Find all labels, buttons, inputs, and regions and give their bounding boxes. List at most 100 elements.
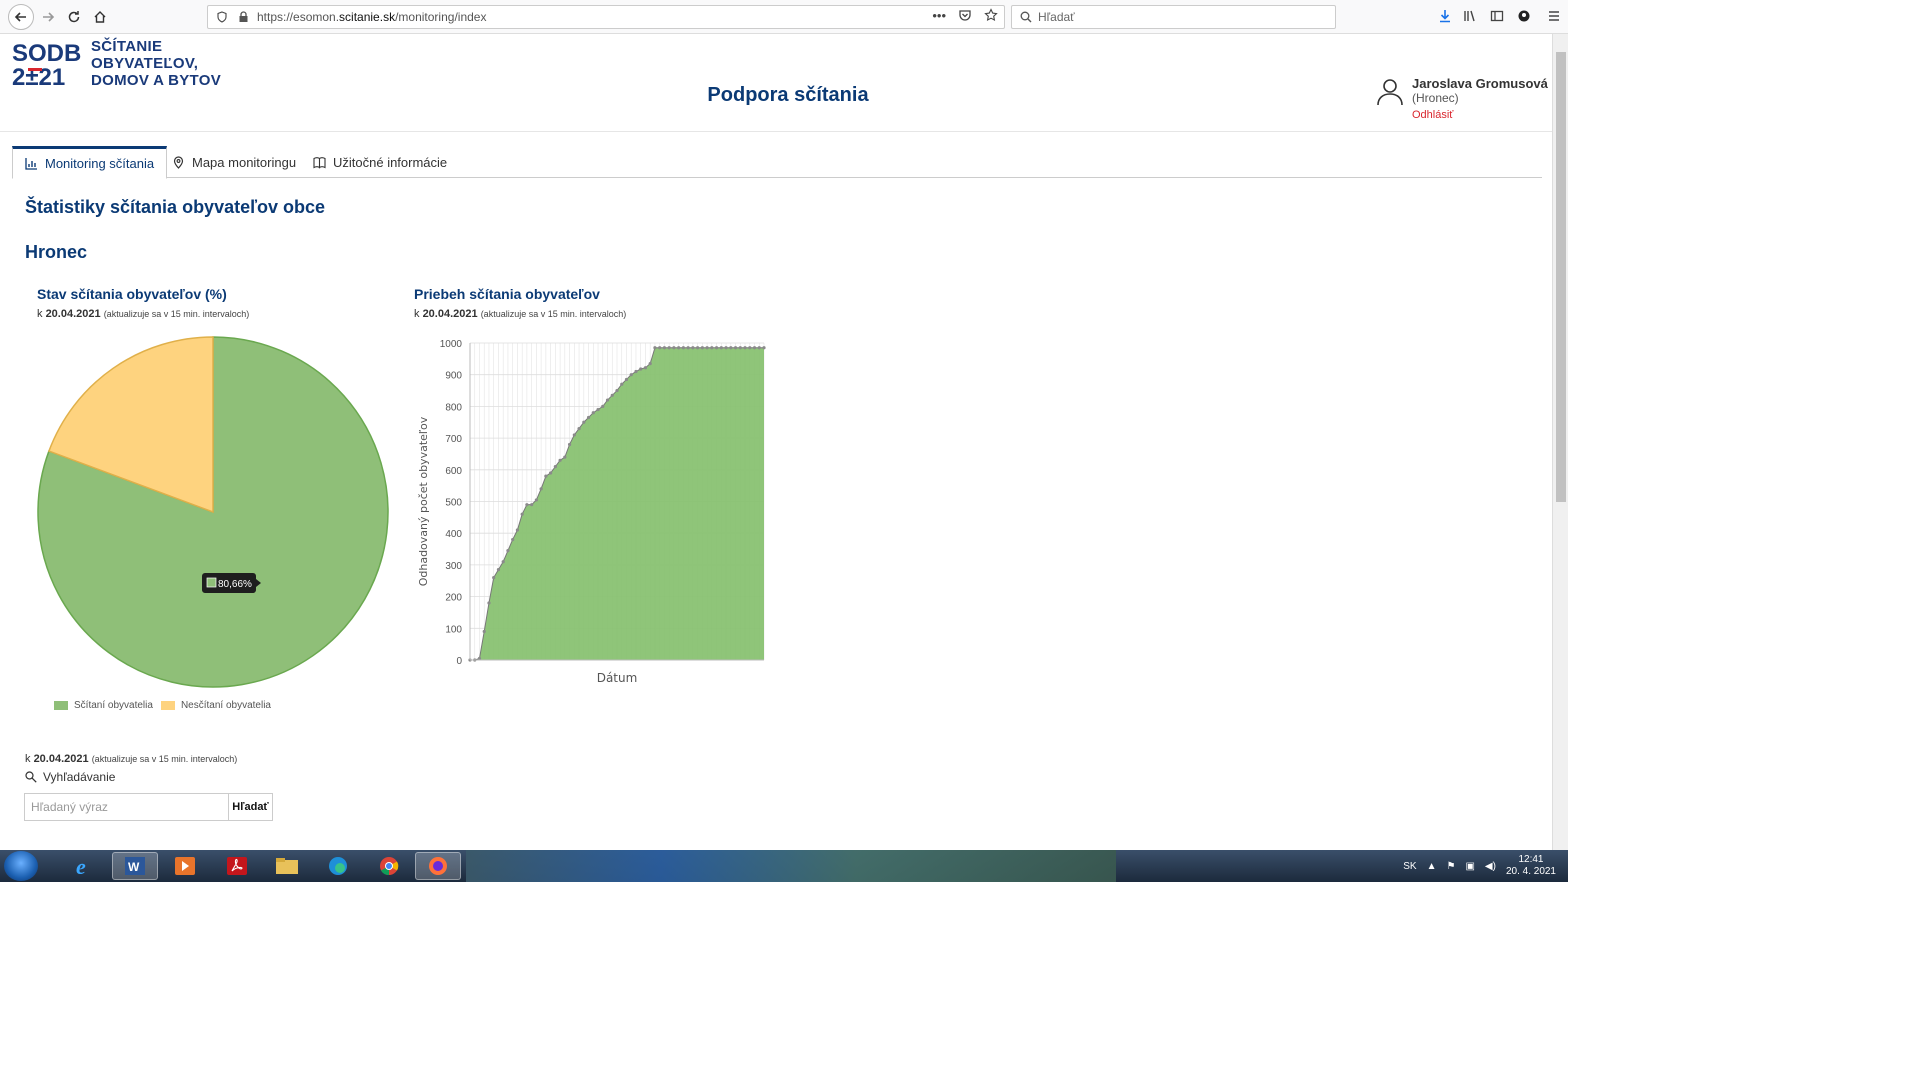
legend-swatch-counted — [54, 700, 68, 710]
download-icon[interactable] — [1437, 8, 1453, 24]
tray-arrow-icon[interactable]: ▲ — [1427, 861, 1437, 872]
clock[interactable]: 12:41 20. 4. 2021 — [1506, 854, 1556, 878]
search-date-value: 20.04.2021 — [33, 753, 89, 765]
search-form: Hľadať — [24, 793, 273, 821]
data-point — [662, 346, 667, 350]
legend-item-uncounted[interactable]: Nesčítaní obyvatelia — [160, 700, 271, 711]
data-point — [729, 346, 733, 350]
site-title: Podpora sčítania — [707, 84, 869, 106]
media-player-taskbar-icon[interactable] — [162, 852, 208, 880]
page-scrollbar[interactable] — [1552, 34, 1568, 850]
data-point — [714, 346, 719, 350]
tab-info[interactable]: Užitočné informácie — [301, 146, 459, 178]
explorer-taskbar-icon[interactable] — [264, 852, 310, 880]
menu-icon[interactable] — [1546, 8, 1562, 24]
data-point — [757, 346, 761, 350]
data-point — [700, 346, 704, 350]
home-button[interactable] — [88, 5, 112, 29]
data-point — [586, 415, 591, 420]
data-point — [629, 373, 633, 377]
url-prefix: https://esomon. — [257, 10, 340, 24]
logo-text-line-2: OBYVATEĽOV, — [91, 55, 199, 72]
line-date-prefix: k — [414, 308, 423, 320]
firefox-taskbar-icon[interactable] — [415, 852, 461, 880]
chrome-taskbar-icon[interactable] — [366, 852, 412, 880]
y-tick-label: 900 — [445, 371, 462, 382]
pie-date-value: 20.04.2021 — [45, 308, 101, 320]
data-point — [501, 560, 505, 564]
data-point — [520, 512, 524, 516]
word-taskbar-icon[interactable]: W — [112, 852, 158, 880]
pie-date-prefix: k — [37, 308, 46, 320]
area-chart: 0 100 200 300 400 500 600 700 800 900 1000 Dátum Odh… — [417, 339, 766, 685]
shield-icon — [217, 11, 227, 23]
logout-link[interactable]: Odhlásiť — [1412, 109, 1453, 121]
data-point — [572, 433, 576, 437]
tab-monitoring[interactable]: Monitoring sčítania — [12, 146, 168, 179]
data-point — [525, 503, 529, 507]
flag-icon[interactable]: ⚑ — [1447, 861, 1456, 872]
start-button[interactable] — [4, 851, 38, 881]
browser-search-placeholder: Hľadať — [1038, 10, 1075, 24]
y-tick-label: 200 — [445, 593, 462, 604]
user-city: (Hronec) — [1412, 91, 1459, 105]
site-header — [0, 34, 1552, 132]
volume-icon[interactable]: ◀) — [1485, 861, 1496, 872]
arrow-right-icon — [43, 12, 55, 22]
address-bar[interactable]: https://esomon.scitanie.sk/monitoring/in… — [207, 5, 1005, 29]
data-point — [653, 346, 657, 350]
search-button[interactable]: Hľadať — [228, 794, 272, 820]
language-indicator[interactable]: SK — [1403, 861, 1416, 872]
pie-card-date: k 20.04.2021 (aktualizuje sa v 15 min. i… — [37, 308, 249, 320]
library-icon[interactable] — [1462, 8, 1478, 24]
pie-chart: 80,66% — [37, 336, 389, 688]
search-icon — [1020, 11, 1032, 23]
search-date-prefix: k — [25, 753, 34, 765]
y-tick-label: 500 — [445, 498, 462, 509]
y-tick-label: 1000 — [440, 339, 463, 350]
browser-search-field[interactable]: Hľadať — [1011, 5, 1336, 29]
pocket-icon[interactable] — [958, 8, 972, 22]
data-point — [677, 346, 681, 350]
pie-legend: Sčítaní obyvatelia Nesčítaní obyvatelia — [54, 700, 271, 711]
legend-item-counted[interactable]: Sčítaní obyvatelia — [54, 700, 153, 711]
data-point — [681, 346, 685, 350]
lock-icon — [239, 11, 248, 22]
data-point — [534, 498, 538, 502]
account-icon[interactable] — [1516, 8, 1532, 24]
tab-map[interactable]: Mapa monitoringu — [160, 146, 308, 178]
search-label-text: Vyhľadávanie — [43, 770, 116, 784]
y-tick-label: 800 — [445, 402, 462, 413]
data-point — [634, 369, 638, 374]
star-icon[interactable] — [984, 8, 998, 22]
data-point — [752, 346, 757, 350]
clock-time: 12:41 — [1518, 854, 1544, 865]
tab-info-label: Užitočné informácie — [333, 154, 448, 170]
city-heading: Hronec — [25, 242, 88, 262]
data-point — [710, 346, 714, 350]
arrow-left-icon — [14, 12, 26, 22]
ie-taskbar-icon[interactable]: e — [62, 852, 108, 880]
data-point — [639, 367, 643, 371]
data-point — [482, 629, 486, 634]
reload-button[interactable] — [62, 5, 86, 29]
clock-date: 20. 4. 2021 — [1505, 866, 1556, 877]
data-point — [686, 346, 690, 350]
sidebar-icon[interactable] — [1489, 8, 1505, 24]
line-card-title: Priebeh sčítania obyvateľov — [414, 286, 600, 302]
edge-taskbar-icon[interactable] — [315, 852, 361, 880]
network-icon[interactable]: ▣ — [1465, 861, 1474, 872]
pie-date-note: (aktualizuje sa v 15 min. intervaloch) — [103, 309, 250, 319]
forward-button[interactable] — [36, 5, 60, 29]
search-input[interactable] — [25, 794, 228, 820]
data-point — [506, 549, 510, 553]
acrobat-taskbar-icon[interactable] — [214, 852, 260, 880]
sodb-logo[interactable]: SODB 2±21 — [12, 40, 82, 88]
y-tick-label: 100 — [445, 624, 462, 635]
more-icon[interactable]: ••• — [932, 8, 946, 23]
tooltip-label: 80,66% — [218, 579, 252, 590]
data-point — [748, 346, 752, 350]
back-button[interactable] — [8, 4, 34, 30]
scrollbar-thumb[interactable] — [1556, 52, 1566, 502]
data-point — [577, 426, 581, 431]
